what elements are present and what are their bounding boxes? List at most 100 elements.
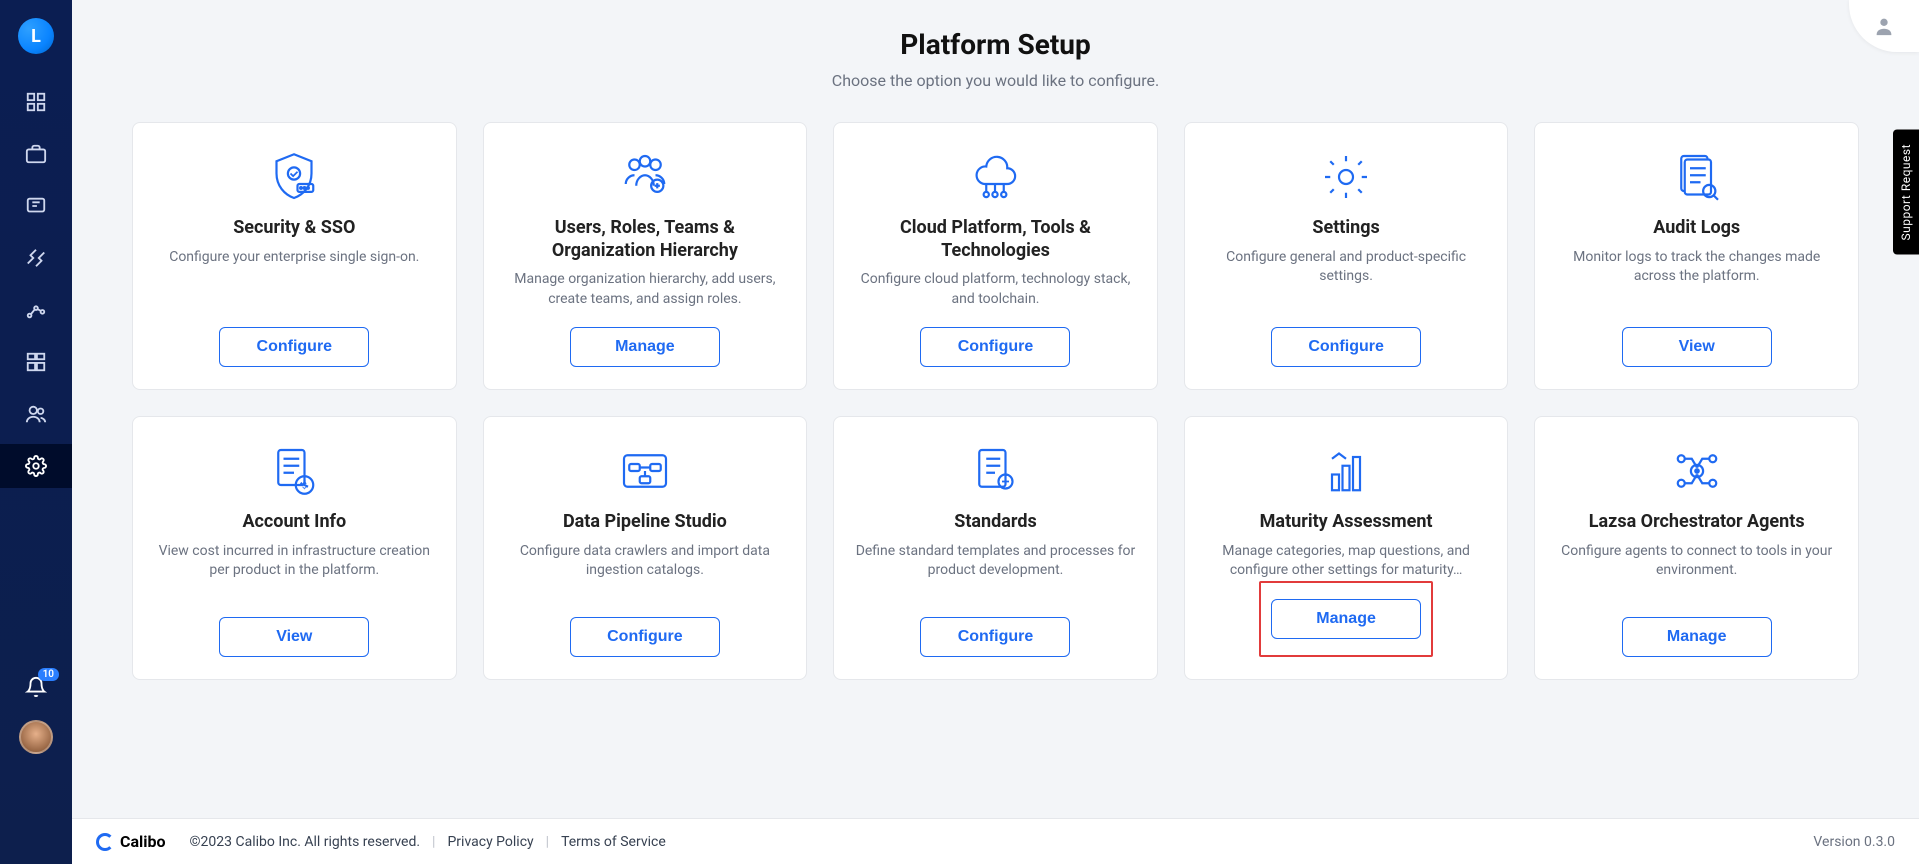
nav-flow[interactable] [0,236,72,280]
nav-board[interactable] [0,184,72,228]
grid-icon [25,91,47,113]
card-icon [1669,149,1725,205]
analytics-icon [25,299,47,321]
card-action-wrap: View [219,599,369,657]
sidebar-nav [0,80,72,488]
notifications-button[interactable]: 10 [25,676,47,702]
brand-name: Calibo [120,832,166,851]
nav-modules[interactable] [0,340,72,384]
card-title: Cloud Platform, Tools & Technologies [854,217,1137,262]
app-logo[interactable]: L [18,18,54,54]
card-icon [1318,443,1374,499]
card-icon [266,149,322,205]
card-icon [967,149,1023,205]
footer: Calibo ©2023 Calibo Inc. All rights rese… [72,818,1919,864]
page-subtitle: Choose the option you would like to conf… [72,71,1919,90]
page-header: Platform Setup Choose the option you wou… [72,0,1919,90]
card-description: Monitor logs to track the changes made a… [1555,248,1838,287]
manage-button[interactable]: Manage [1271,599,1421,639]
page-title: Platform Setup [72,28,1919,61]
setup-card-data-pipeline-studio: Data Pipeline StudioConfigure data crawl… [483,416,808,680]
card-icon [1318,149,1374,205]
card-icon [617,443,673,499]
notification-count: 10 [38,668,59,681]
view-button[interactable]: View [1622,327,1772,367]
setup-card-account-info: $ Account Info View cost incurred in infra… [132,416,457,680]
card-title: Account Info [242,511,346,534]
footer-copyright: ©2023 Calibo Inc. All rights reserved. [190,834,421,850]
nav-briefcase[interactable] [0,132,72,176]
modules-icon [25,351,47,373]
card-action-wrap: Configure [219,309,369,367]
card-action-wrap: Manage [1259,581,1433,657]
sidebar-bottom: 10 [0,676,72,864]
card-description: Configure general and product-specific s… [1205,248,1488,287]
card-icon [967,443,1023,499]
card-description: Configure cloud platform, technology sta… [854,270,1137,309]
card-icon: $ [266,443,322,499]
card-action-wrap: Configure [920,309,1070,367]
card-illustration-icon: $ [266,443,322,499]
setup-card-cloud-platform-tools-technologies: Cloud Platform, Tools & Technologies Conf… [833,122,1158,390]
card-description: Define standard templates and processes … [854,542,1137,581]
setup-card-users-roles-teams-organization-hierarchy: Users, Roles, Teams & Organization Hiera… [483,122,808,390]
card-title: Users, Roles, Teams & Organization Hiera… [504,217,787,262]
card-description: View cost incurred in infrastructure cre… [153,542,436,581]
setup-card-security-sso: Security & SSO Configure your enterprise … [132,122,457,390]
svg-text:$: $ [302,481,307,492]
brand-logo-icon [96,833,114,851]
gear-icon [25,455,47,477]
card-description: Configure agents to connect to tools in … [1555,542,1838,581]
card-description: Manage organization hierarchy, add users… [504,270,787,309]
configure-button[interactable]: Configure [570,617,720,657]
card-title: Standards [954,511,1036,534]
card-icon [617,149,673,205]
footer-privacy-link[interactable]: Privacy Policy [447,834,533,850]
sidebar: L 10 [0,0,72,864]
card-action-wrap: Configure [1271,309,1421,367]
card-title: Lazsa Orchestrator Agents [1589,511,1805,534]
manage-button[interactable]: Manage [570,327,720,367]
footer-brand[interactable]: Calibo [96,832,166,851]
setup-card-audit-logs: Audit Logs Monitor logs to track the chan… [1534,122,1859,390]
card-title: Settings [1312,217,1379,240]
card-illustration-icon [617,443,673,499]
card-title: Audit Logs [1653,217,1740,240]
card-illustration-icon [967,443,1023,499]
card-description: Configure your enterprise single sign-on… [169,248,419,268]
users-icon [25,403,47,425]
nav-users[interactable] [0,392,72,436]
setup-card-lazsa-orchestrator-agents: Lazsa Orchestrator Agents Configure agent… [1534,416,1859,680]
user-avatar[interactable] [19,720,53,754]
view-button[interactable]: View [219,617,369,657]
card-title: Maturity Assessment [1260,511,1433,534]
card-illustration-icon [617,149,673,205]
configure-button[interactable]: Configure [1271,327,1421,367]
card-title: Security & SSO [233,217,355,240]
card-action-wrap: Manage [570,309,720,367]
card-illustration-icon [1669,443,1725,499]
manage-button[interactable]: Manage [1622,617,1772,657]
configure-button[interactable]: Configure [920,327,1070,367]
card-action-wrap: Configure [920,599,1070,657]
footer-terms-link[interactable]: Terms of Service [561,834,666,850]
configure-button[interactable]: Configure [920,617,1070,657]
card-illustration-icon [266,149,322,205]
card-action-wrap: Manage [1622,599,1772,657]
card-action-wrap: View [1622,309,1772,367]
nav-settings[interactable] [0,444,72,488]
footer-version: Version 0.3.0 [1813,834,1895,850]
card-illustration-icon [1318,149,1374,205]
card-illustration-icon [1318,443,1374,499]
briefcase-icon [25,143,47,165]
setup-card-maturity-assessment: Maturity Assessment Manage categories, ma… [1184,416,1509,680]
main-content: Platform Setup Choose the option you wou… [72,0,1919,864]
card-description: Manage categories, map questions, and co… [1205,542,1488,581]
setup-card-standards: Standards Define standard templates and p… [833,416,1158,680]
nav-dashboard[interactable] [0,80,72,124]
flow-icon [25,247,47,269]
configure-button[interactable]: Configure [219,327,369,367]
nav-analytics[interactable] [0,288,72,332]
setup-card-grid: Security & SSO Configure your enterprise … [132,122,1859,680]
app-logo-letter: L [31,26,41,47]
